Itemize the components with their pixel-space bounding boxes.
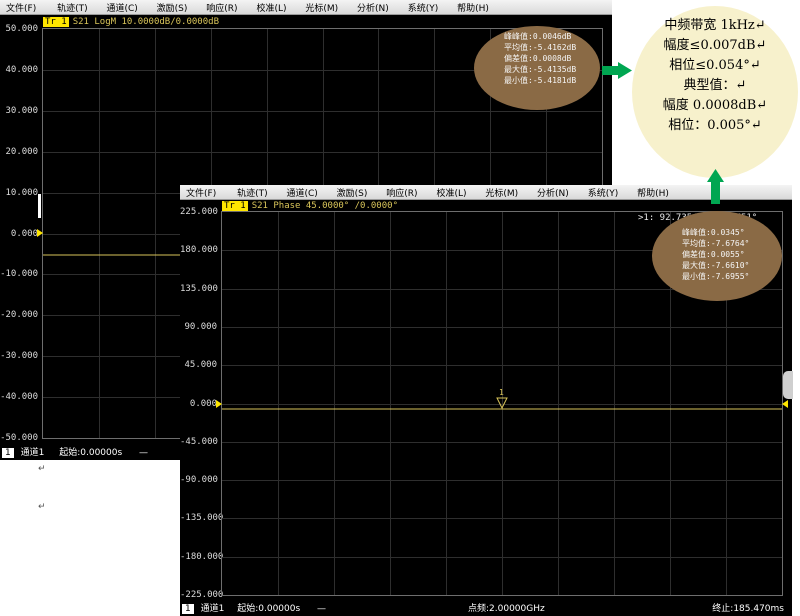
stat-mean: 平均值:-7.6764° <box>682 239 750 248</box>
y-tick-label: 20.000 <box>5 146 38 157</box>
y-tick-label: -40.000 <box>0 392 38 403</box>
stat-deviation: 偏差值:0.0055° <box>682 250 745 259</box>
y-tick-label: -10.000 <box>0 269 38 280</box>
y-tick-label: -45.000 <box>180 436 218 447</box>
paragraph-mark: ↵ <box>38 464 46 474</box>
channel-label: 通道1 <box>200 604 225 614</box>
menu-response[interactable]: 响应(R) <box>386 185 417 199</box>
menu-file[interactable]: 文件(F) <box>186 185 216 199</box>
y-tick-label: 10.000 <box>5 187 38 198</box>
menu-analysis[interactable]: 分析(N) <box>357 0 389 14</box>
trace-id[interactable]: Tr 1 <box>222 201 248 211</box>
callout-line: 典型值：↵ <box>683 78 747 93</box>
y-tick-label: -50.000 <box>0 433 38 443</box>
menu-help[interactable]: 帮助(H) <box>637 185 669 199</box>
menu-system[interactable]: 系统(Y) <box>408 0 439 14</box>
y-tick-label: -20.000 <box>0 310 38 321</box>
trace-tag[interactable]: Tr 1 S21 LogM 10.0000dB/0.0000dB <box>43 17 219 27</box>
channel-number[interactable]: 1 <box>2 448 14 458</box>
stat-peak-to-peak: 峰峰值:0.0046dB <box>504 32 572 41</box>
scale-bar <box>38 194 41 218</box>
stat-min: 最小值:-5.4181dB <box>504 76 577 85</box>
status-dash: — <box>317 604 327 614</box>
y-tick-label: 225.000 <box>180 207 218 217</box>
stat-min: 最小值:-7.6955° <box>682 272 750 281</box>
menu-system[interactable]: 系统(Y) <box>588 185 619 199</box>
y-tick-label: 0.000 <box>189 398 217 409</box>
callout-line: 幅度 0.0008dB↵ <box>662 98 768 113</box>
callout-line: 幅度≤0.007dB↵ <box>663 38 767 53</box>
stat-deviation: 偏差值:0.0008dB <box>504 54 572 63</box>
callout-line: 相位≤0.054°↵ <box>669 58 761 73</box>
trace-tag[interactable]: Tr 1 S21 Phase 45.0000° /0.0000° <box>222 201 398 211</box>
center-frequency: 点频:2.00000GHz <box>468 604 545 614</box>
reference-level-marker[interactable] <box>37 229 43 237</box>
y-tick-label: 40.000 <box>5 64 38 75</box>
menu-marker[interactable]: 光标(M) <box>305 0 338 14</box>
menu-analysis[interactable]: 分析(N) <box>537 185 569 199</box>
stat-max: 最大值:-7.6610° <box>682 261 750 270</box>
y-tick-label: -90.000 <box>180 475 218 486</box>
status-dash: — <box>139 448 149 458</box>
logm-stats-panel: 峰峰值:0.0046dB 平均值:-5.4162dB 偏差值:0.0008dB … <box>474 26 600 110</box>
spec-callout: 中频带宽 1kHz↵ 幅度≤0.007dB↵ 相位≤0.054°↵ 典型值：↵ … <box>632 6 798 178</box>
stat-max: 最大值:-5.4135dB <box>504 65 577 74</box>
trace-id[interactable]: Tr 1 <box>43 17 69 27</box>
y-tick-label: -135.000 <box>180 513 224 524</box>
paragraph-mark: ↵ <box>38 502 46 512</box>
y-tick-label: 0.000 <box>10 228 38 239</box>
y-tick-label: -180.000 <box>180 551 224 562</box>
y-tick-label: 45.000 <box>184 360 217 371</box>
y-tick-label: 30.000 <box>5 105 38 116</box>
trace-format: S21 Phase 45.0000° /0.0000° <box>251 201 398 211</box>
stat-peak-to-peak: 峰峰值:0.0345° <box>682 228 745 237</box>
menu-stimulus[interactable]: 激励(S) <box>157 0 188 14</box>
menu-calibration[interactable]: 校准(L) <box>436 185 466 199</box>
channel-label: 通道1 <box>20 448 45 458</box>
trace-format: S21 LogM 10.0000dB/0.0000dB <box>72 17 219 27</box>
start-value: 起始:0.00000s <box>237 604 301 614</box>
stop-value: 终止:185.470ms <box>712 604 784 614</box>
reference-level-marker[interactable] <box>216 400 222 408</box>
status-bar: 1 通道1 起始:0.00000s — 点频:2.00000GHz 终止:185… <box>180 602 792 616</box>
y-tick-label: 135.000 <box>180 283 218 294</box>
right-reference-marker[interactable] <box>782 400 788 408</box>
start-value: 起始:0.00000s <box>59 448 123 458</box>
y-tick-label: 90.000 <box>184 321 217 332</box>
menu-response[interactable]: 响应(R) <box>206 0 237 14</box>
menu-marker[interactable]: 光标(M) <box>485 185 518 199</box>
menu-file[interactable]: 文件(F) <box>6 0 36 14</box>
menu-bar: 文件(F) 轨迹(T) 通道(C) 激励(S) 响应(R) 校准(L) 光标(M… <box>0 0 612 15</box>
menu-channel[interactable]: 通道(C) <box>286 185 317 199</box>
marker-1-label: 1 <box>499 388 504 397</box>
callout-line: 中频带宽 1kHz↵ <box>664 18 766 33</box>
stat-mean: 平均值:-5.4162dB <box>504 43 577 52</box>
menu-channel[interactable]: 通道(C) <box>106 0 137 14</box>
y-tick-label: -225.000 <box>180 590 224 600</box>
channel-number[interactable]: 1 <box>182 604 194 614</box>
menu-stimulus[interactable]: 激励(S) <box>337 185 368 199</box>
scroll-handle[interactable] <box>783 371 793 399</box>
y-tick-label: -30.000 <box>0 351 38 362</box>
y-tick-label: 50.000 <box>5 24 38 34</box>
phase-stats-panel: 峰峰值:0.0345° 平均值:-7.6764° 偏差值:0.0055° 最大值… <box>652 211 782 301</box>
menu-trace[interactable]: 轨迹(T) <box>57 0 88 14</box>
menu-calibration[interactable]: 校准(L) <box>256 0 286 14</box>
y-tick-label: 180.000 <box>180 245 218 256</box>
menu-bar: 文件(F) 轨迹(T) 通道(C) 激励(S) 响应(R) 校准(L) 光标(M… <box>180 185 792 200</box>
menu-trace[interactable]: 轨迹(T) <box>237 185 268 199</box>
menu-help[interactable]: 帮助(H) <box>457 0 489 14</box>
callout-line: 相位：0.005°↵ <box>668 118 762 133</box>
phase-window: 文件(F) 轨迹(T) 通道(C) 激励(S) 响应(R) 校准(L) 光标(M… <box>180 185 793 616</box>
